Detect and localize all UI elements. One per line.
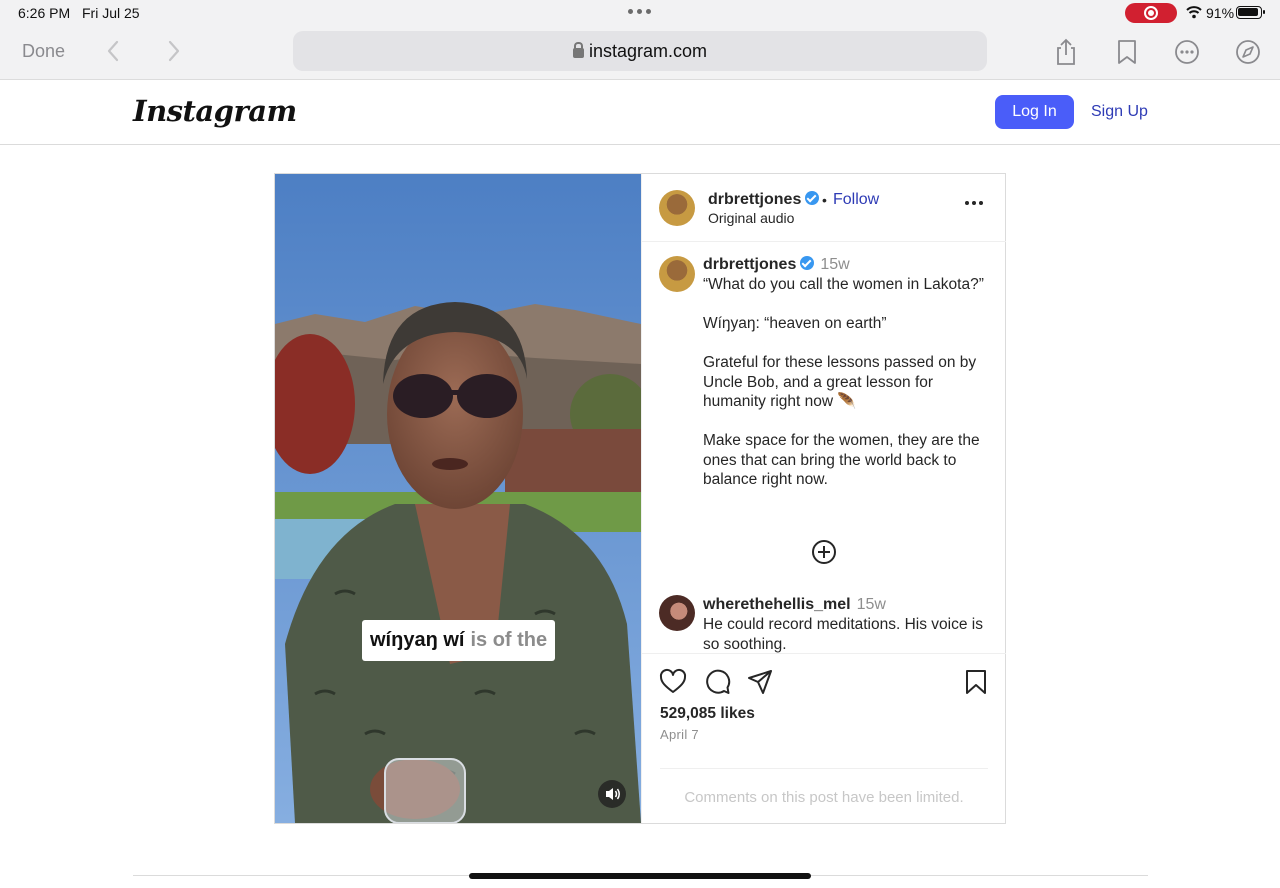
- comments-area[interactable]: drbrettjones 15w “What do you call the wo…: [642, 243, 1006, 653]
- comment-time: 15w: [856, 596, 886, 613]
- status-bar: 6:26 PM Fri Jul 25 91%: [0, 0, 1280, 26]
- follow-button[interactable]: Follow: [833, 191, 879, 209]
- post-card: wíŋyaŋ wí is of the drbrettjones • Follow…: [274, 173, 1006, 824]
- caption-time: 15w: [820, 256, 850, 273]
- caption-paragraph: “What do you call the women in Lakota?”: [703, 276, 984, 293]
- back-icon[interactable]: [103, 39, 125, 63]
- post-caption: “What do you call the women in Lakota?” …: [703, 275, 993, 509]
- screen-recording-icon[interactable]: [1125, 3, 1177, 23]
- done-button[interactable]: Done: [22, 41, 65, 62]
- forward-icon[interactable]: [162, 39, 184, 63]
- save-bookmark-icon[interactable]: [962, 668, 990, 696]
- wifi-icon: [1186, 6, 1202, 19]
- battery-percent: 91%: [1206, 5, 1235, 21]
- like-heart-icon[interactable]: [659, 668, 687, 696]
- sign-up-link[interactable]: Sign Up: [1091, 103, 1148, 121]
- video-caption-overlay: wíŋyaŋ wí is of the: [362, 620, 556, 661]
- caption-paragraph: Grateful for these lessons passed on by …: [703, 354, 977, 410]
- caption-paragraph: Wíŋyaŋ: “heaven on earth”: [703, 315, 887, 332]
- battery-icon: [1236, 6, 1265, 19]
- caption-author-avatar[interactable]: [659, 256, 695, 292]
- post-header: drbrettjones • Follow Original audio: [642, 174, 1006, 242]
- likes-count[interactable]: 529,085 likes: [660, 705, 755, 723]
- comments-limited-notice: Comments on this post have been limited.: [660, 768, 988, 818]
- instagram-logo[interactable]: Instagram: [133, 94, 297, 128]
- lock-icon: [572, 42, 584, 58]
- separator-dot: •: [822, 192, 827, 208]
- load-more-comments-icon[interactable]: [811, 539, 837, 565]
- bookmark-icon[interactable]: [1112, 37, 1142, 67]
- caption-author-username[interactable]: drbrettjones 15w: [703, 256, 850, 274]
- home-indicator[interactable]: [469, 873, 811, 879]
- share-icon[interactable]: [1051, 37, 1081, 67]
- browser-toolbar: Done instagram.com: [0, 26, 1280, 80]
- instagram-header: Instagram Log In Sign Up: [0, 80, 1280, 145]
- video-frame: [275, 174, 641, 823]
- multitasking-dots-icon[interactable]: [628, 9, 651, 14]
- video-caption-rest: is of the: [470, 629, 548, 651]
- video-caption-highlight: wíŋyaŋ wí: [370, 629, 465, 651]
- comment-icon[interactable]: [703, 668, 731, 696]
- author-username[interactable]: drbrettjones: [708, 191, 820, 209]
- log-in-button[interactable]: Log In: [995, 95, 1074, 129]
- post-video[interactable]: wíŋyaŋ wí is of the: [275, 174, 641, 823]
- audio-toggle-button[interactable]: [598, 780, 626, 808]
- audio-label[interactable]: Original audio: [708, 210, 794, 226]
- post-actions: 529,085 likes April 7 Comments on this p…: [642, 653, 1006, 823]
- speaker-icon: [606, 788, 620, 800]
- author-avatar[interactable]: [659, 190, 695, 226]
- url-text: instagram.com: [588, 40, 708, 61]
- address-bar[interactable]: instagram.com: [293, 31, 987, 71]
- share-send-icon[interactable]: [746, 668, 774, 696]
- more-icon[interactable]: [1172, 37, 1202, 67]
- status-time: 6:26 PM: [18, 5, 71, 21]
- commenter-username[interactable]: wherethehellis_mel 15w: [703, 596, 886, 614]
- commenter-avatar[interactable]: [659, 595, 695, 631]
- post-options-icon[interactable]: [965, 201, 983, 205]
- compass-icon[interactable]: [1233, 37, 1263, 67]
- status-date: Fri Jul 25: [82, 5, 140, 21]
- caption-paragraph: Make space for the women, they are the o…: [703, 432, 980, 488]
- post-date: April 7: [660, 727, 699, 742]
- verified-badge-icon: [800, 256, 815, 270]
- post-side-panel: drbrettjones • Follow Original audio drb…: [641, 174, 1006, 823]
- comment-text: He could record meditations. His voice i…: [703, 616, 983, 653]
- verified-badge-icon: [805, 191, 820, 205]
